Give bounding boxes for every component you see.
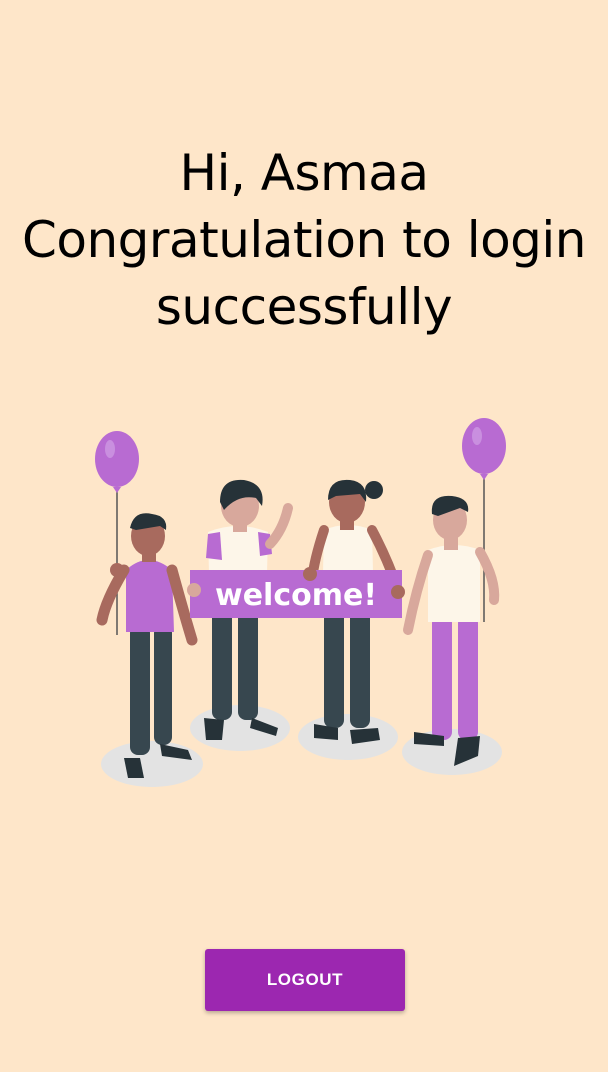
logout-button[interactable]: LOGOUT (205, 949, 405, 1011)
person-left (96, 513, 198, 778)
welcome-illustration: welcome! (95, 418, 506, 787)
ground-shadow (298, 714, 398, 760)
greeting-message-line2: successfully (155, 278, 453, 336)
welcome-sign: welcome! (187, 567, 405, 618)
greeting-message-line1: Congratulation to login (21, 211, 587, 269)
welcome-sign-text: welcome! (215, 578, 377, 613)
greeting-text: Hi, Asmaa Congratulation to login succes… (0, 140, 608, 341)
person-right (403, 495, 500, 766)
greeting-name: Hi, Asmaa (179, 144, 429, 202)
ground-shadow (101, 741, 203, 787)
